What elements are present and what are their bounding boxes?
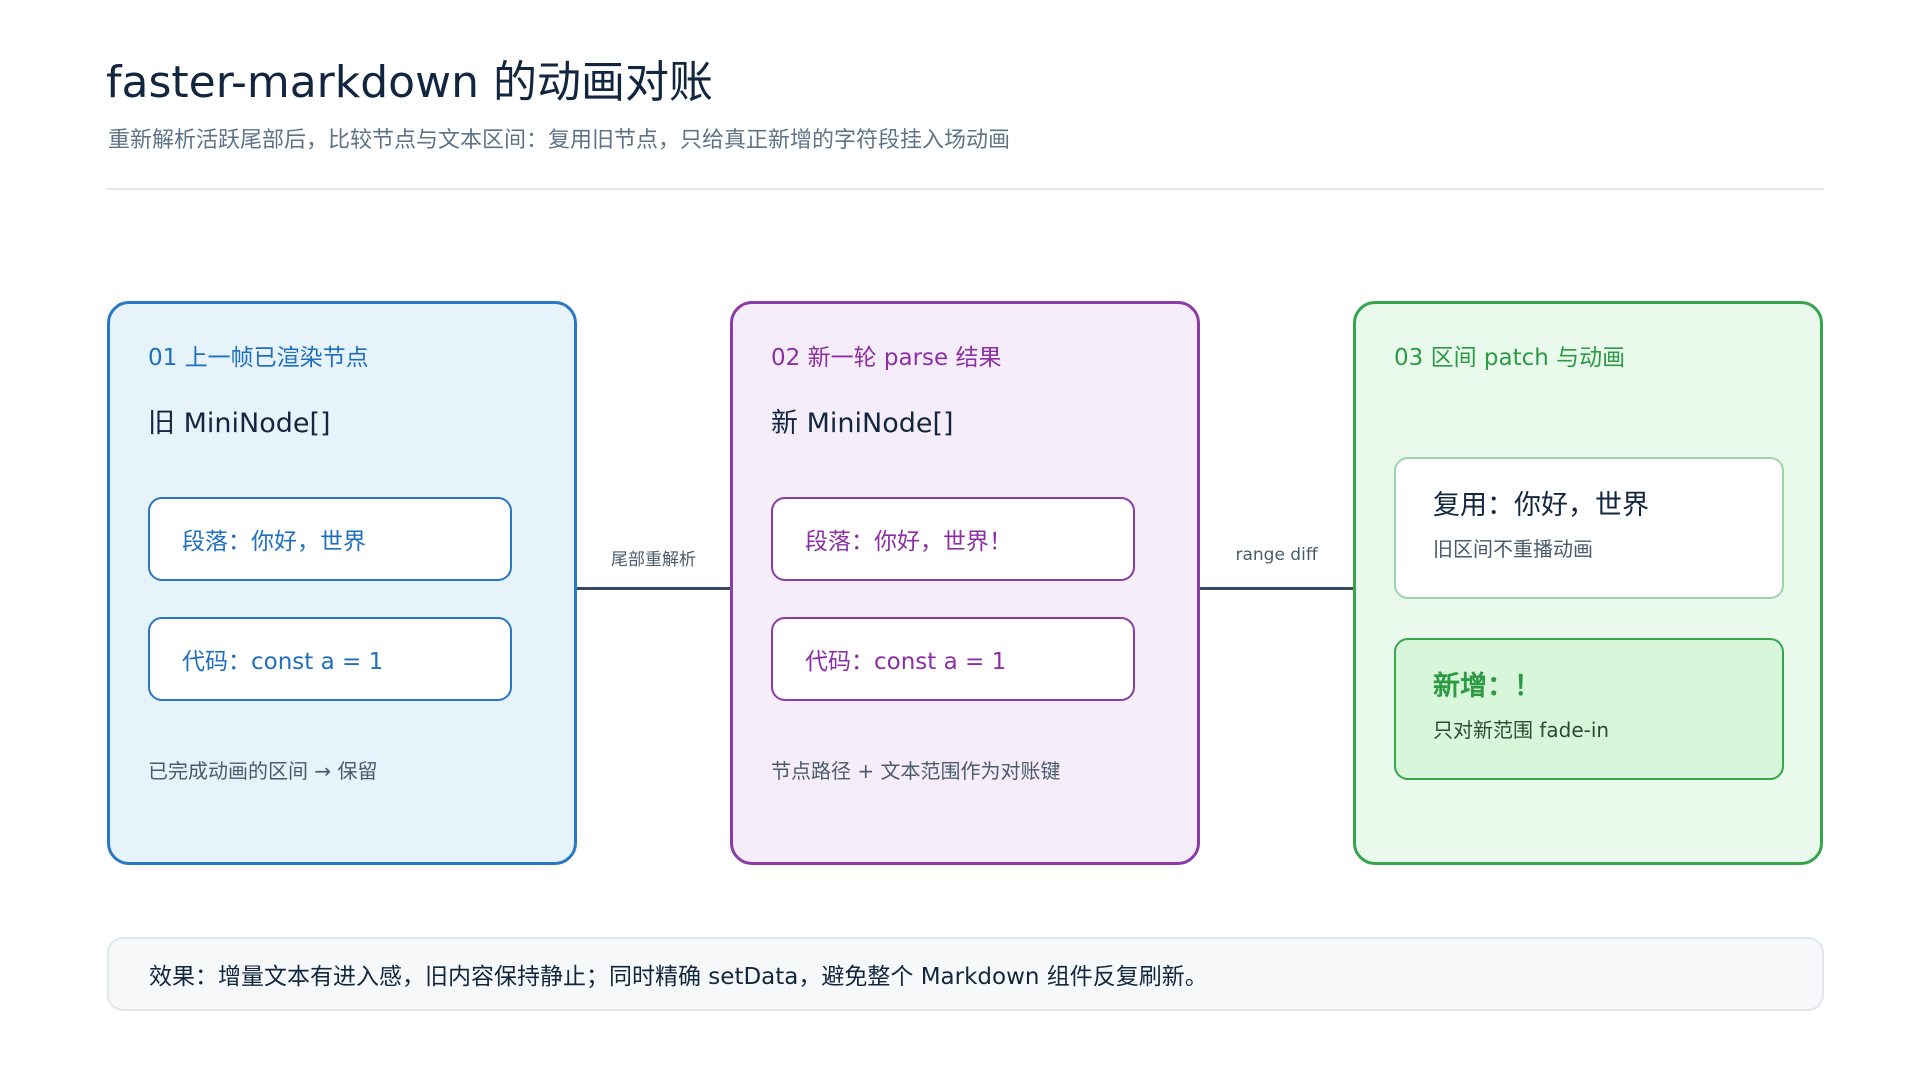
- card-title: 复用：你好，世界: [1433, 490, 1649, 521]
- node-box-paragraph: 段落：你好，世界！: [771, 497, 1135, 581]
- header-divider: [106, 188, 1824, 190]
- panel-note: 已完成动画的区间 → 保留: [148, 759, 378, 783]
- page-title: faster-markdown 的动画对账: [106, 57, 713, 108]
- connector-line: [1200, 587, 1353, 590]
- card-description: 旧区间不重播动画: [1433, 537, 1593, 561]
- panel-heading: 03 区间 patch 与动画: [1394, 345, 1626, 371]
- footer-summary: 效果：增量文本有进入感，旧内容保持静止；同时精确 setData，避免整个 Ma…: [107, 937, 1824, 1011]
- panel-new-parse: 02 新一轮 parse 结果 新 MiniNode[] 段落：你好，世界！ 代…: [730, 301, 1200, 865]
- node-list-title: 新 MiniNode[]: [771, 408, 954, 439]
- connector-label: 尾部重解析: [611, 550, 696, 570]
- panel-note: 节点路径 + 文本范围作为对账键: [771, 759, 1061, 783]
- panel-heading: 02 新一轮 parse 结果: [771, 345, 1002, 371]
- page-subtitle: 重新解析活跃尾部后，比较节点与文本区间：复用旧节点，只给真正新增的字符段挂入场动…: [108, 128, 1011, 153]
- panel-range-patch: 03 区间 patch 与动画 复用：你好，世界 旧区间不重播动画 新增：！ 只…: [1353, 301, 1823, 865]
- panel-heading: 01 上一帧已渲染节点: [148, 345, 369, 371]
- node-box-code: 代码：const a = 1: [148, 617, 512, 701]
- node-box-paragraph: 段落：你好，世界: [148, 497, 512, 581]
- connector-line: [577, 587, 730, 590]
- reuse-card: 复用：你好，世界 旧区间不重播动画: [1394, 457, 1784, 599]
- new-card: 新增：！ 只对新范围 fade-in: [1394, 638, 1784, 780]
- panel-previous-frame: 01 上一帧已渲染节点 旧 MiniNode[] 段落：你好，世界 代码：con…: [107, 301, 577, 865]
- card-description: 只对新范围 fade-in: [1433, 718, 1610, 742]
- node-box-code: 代码：const a = 1: [771, 617, 1135, 701]
- connector-label: range diff: [1235, 545, 1318, 565]
- node-list-title: 旧 MiniNode[]: [148, 408, 331, 439]
- card-title: 新增：！: [1433, 671, 1541, 702]
